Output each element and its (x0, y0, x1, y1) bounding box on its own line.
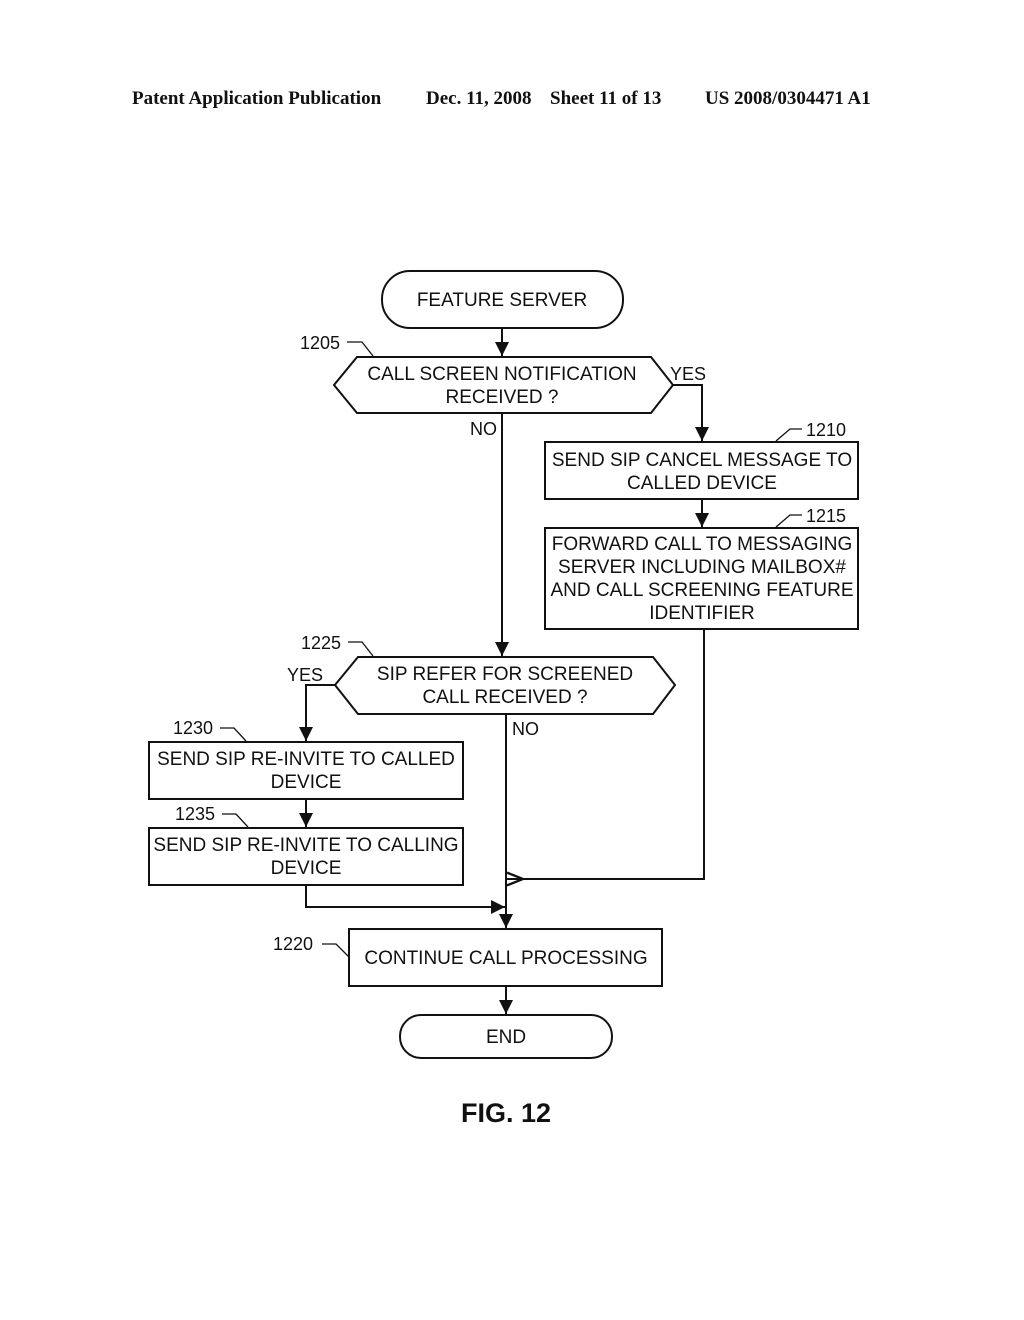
step-1235: SEND SIP RE-INVITE TO CALLING DEVICE (148, 827, 464, 886)
step-1215-line-3: AND CALL SCREENING FEATURE (551, 580, 854, 601)
ref-1230: 1230 (173, 718, 213, 738)
decision-1205-no-label: NO (470, 419, 497, 439)
decision-1205-yes-label: YES (670, 364, 706, 384)
ref-1205: 1205 (300, 333, 340, 353)
step-1235-line-1: SEND SIP RE-INVITE TO CALLING (153, 835, 458, 856)
decision-1225-yes-label: YES (287, 665, 323, 685)
decision-1225-line-1: SIP REFER FOR SCREENED (377, 664, 633, 685)
end-terminal: END (399, 1014, 613, 1059)
step-1215: FORWARD CALL TO MESSAGING SERVER INCLUDI… (544, 527, 859, 630)
ref-1235: 1235 (175, 804, 215, 824)
step-1230-line-1: SEND SIP RE-INVITE TO CALLED (157, 749, 455, 770)
decision-1205-line-1: CALL SCREEN NOTIFICATION (367, 364, 636, 385)
step-1210: SEND SIP CANCEL MESSAGE TO CALLED DEVICE (544, 441, 859, 500)
leader-1215 (775, 514, 802, 528)
leader-1210 (775, 428, 802, 442)
ref-1210: 1210 (806, 420, 846, 440)
ref-1220: 1220 (273, 934, 313, 954)
decision-1225-line-2: CALL RECEIVED ? (422, 687, 587, 708)
step-1210-line-1: SEND SIP CANCEL MESSAGE TO (552, 450, 852, 471)
step-1220-line-1: CONTINUE CALL PROCESSING (364, 948, 647, 969)
leader-1205 (347, 341, 374, 357)
leader-1230 (220, 727, 247, 742)
step-1230: SEND SIP RE-INVITE TO CALLED DEVICE (148, 741, 464, 800)
end-label: END (486, 1027, 526, 1048)
ref-1215: 1215 (806, 506, 846, 526)
leader-1225 (348, 641, 374, 657)
connector-1225-yes-to-1230 (299, 684, 335, 741)
step-1210-line-2: CALLED DEVICE (627, 473, 777, 494)
connector-1205-yes-to-1210 (673, 384, 709, 441)
decision-1225: SIP REFER FOR SCREENED CALL RECEIVED ? (333, 656, 677, 715)
step-1230-line-2: DEVICE (271, 772, 342, 793)
leader-1220 (322, 943, 350, 958)
step-1215-line-2: SERVER INCLUDING MAILBOX# (558, 557, 846, 578)
decision-1205-line-2: RECEIVED ? (446, 387, 559, 408)
step-1220: CONTINUE CALL PROCESSING (348, 928, 663, 987)
decision-1225-no-label: NO (512, 719, 539, 739)
figure-label: FIG. 12 (461, 1098, 551, 1128)
step-1215-line-4: IDENTIFIER (649, 603, 755, 624)
step-1215-line-1: FORWARD CALL TO MESSAGING (552, 534, 853, 555)
leader-1235 (222, 813, 249, 828)
decision-1205: CALL SCREEN NOTIFICATION RECEIVED ? (332, 356, 675, 414)
connector-1235-to-1220 (305, 885, 505, 914)
flowchart: FEATURE SERVER CALL SCREEN NOTIFICATION … (148, 270, 859, 1128)
start-label: FEATURE SERVER (417, 290, 587, 311)
start-terminal: FEATURE SERVER (381, 270, 624, 329)
ref-1225: 1225 (301, 633, 341, 653)
step-1235-line-2: DEVICE (271, 858, 342, 879)
